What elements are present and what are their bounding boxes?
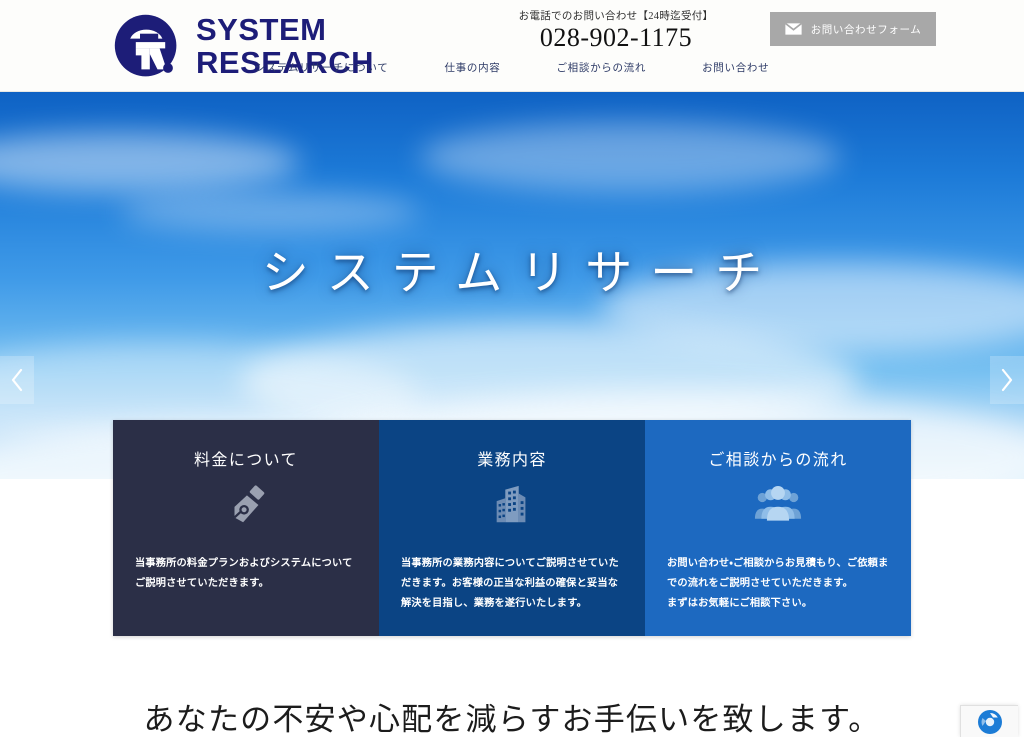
site-header: SYSTEM RESEARCH お電話でのお問い合わせ【24時迄受付】 028-… — [0, 0, 1024, 92]
nav-item-about[interactable]: システムリサーチについて — [255, 60, 389, 75]
contact-form-button[interactable]: お問い合わせフォーム — [770, 12, 936, 46]
office-building-icon — [496, 485, 526, 523]
cloud-decoration — [420, 122, 840, 192]
logo-line-1: SYSTEM — [196, 12, 327, 48]
nav-item-services[interactable]: 仕事の内容 — [444, 60, 500, 75]
fountain-pen-nib-icon — [233, 485, 265, 523]
contact-form-button-label: お問い合わせフォーム — [810, 23, 922, 36]
chevron-left-icon — [11, 368, 23, 392]
chevron-right-icon — [1001, 368, 1013, 392]
feature-card-pricing[interactable]: 料金について 当事務所の料金プランおよびシステムについてご説明させていただきます… — [113, 420, 379, 636]
carousel-prev-button[interactable] — [0, 356, 34, 404]
carousel-next-button[interactable] — [990, 356, 1024, 404]
contact-label: お電話でのお問い合わせ【24時迄受付】 — [518, 11, 714, 22]
recaptcha-badge[interactable] — [960, 705, 1018, 737]
feature-card-body: 当事務所の料金プランおよびシステムについてご説明させていただきます。 — [135, 558, 353, 589]
feature-card-body: 当事務所の業務内容についてご説明させていただきます。お客様の正当な利益の確保と妥… — [401, 558, 619, 609]
feature-card-title: ご相談からの流れ — [708, 452, 848, 469]
contact-phone-number[interactable]: 028-902-1175 — [516, 23, 716, 53]
header-contact-info: お電話でのお問い合わせ【24時迄受付】 028-902-1175 — [516, 8, 716, 53]
feature-card-icon-wrap — [379, 482, 645, 528]
cloud-decoration — [0, 132, 300, 192]
primary-navigation: システムリサーチについて 仕事の内容 ご相談からの流れ お問い合わせ — [0, 60, 1024, 75]
feature-card-process[interactable]: ご相談からの流れ お問い合わせ・ご相談からお見積もり、ご依頼までの流れをご説明さ… — [645, 420, 911, 636]
cloud-decoration — [120, 192, 420, 232]
feature-card-icon-wrap — [645, 482, 911, 526]
feature-card-body: お問い合わせ・ご相談からお見積もり、ご依頼までの流れをご説明させていただきます。… — [667, 558, 889, 609]
nav-item-contact[interactable]: お問い合わせ — [702, 60, 769, 75]
people-group-icon — [754, 486, 802, 521]
envelope-icon — [784, 23, 802, 35]
feature-card-title: 料金について — [194, 452, 298, 469]
feature-card-title: 業務内容 — [477, 452, 547, 469]
page-tagline: あなたの不安や心配を減らすお手伝いを致します。 — [143, 702, 881, 737]
hero-title: システムリサーチ — [261, 246, 781, 301]
feature-card-icon-wrap — [113, 482, 379, 528]
nav-item-process[interactable]: ご相談からの流れ — [556, 60, 646, 75]
feature-card-services[interactable]: 業務内容 当事務所の業務内容についてご説明させていただきます。お客様の正当な利益… — [379, 420, 645, 636]
recaptcha-icon — [977, 709, 1002, 734]
feature-cards: 料金について 当事務所の料金プランおよびシステムについてご説明させていただきます… — [113, 420, 911, 636]
